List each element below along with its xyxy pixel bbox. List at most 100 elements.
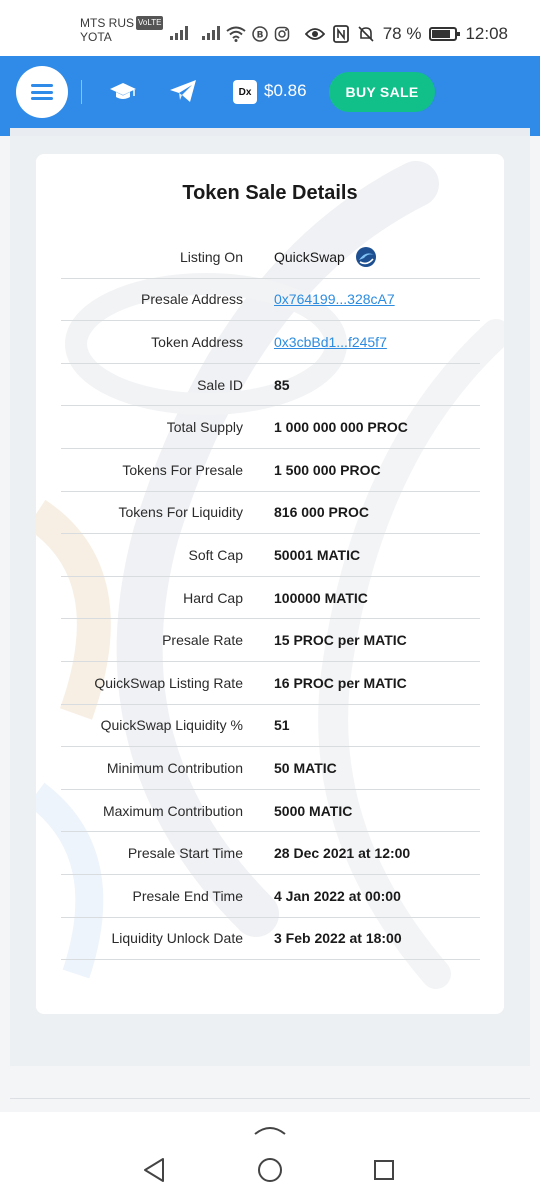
detail-value-text: 50 MATIC	[274, 759, 337, 776]
detail-label: Token Address	[151, 333, 243, 350]
detail-label: Tokens For Liquidity	[118, 504, 243, 521]
detail-value: 15 PROC per MATIC	[274, 632, 407, 648]
detail-row: Maximum Contribution 5000 MATIC	[61, 790, 480, 833]
wifi-icon	[226, 26, 246, 42]
detail-value: 16 PROC per MATIC	[274, 675, 407, 691]
detail-label: Presale End Time	[132, 887, 244, 904]
recent-apps-icon[interactable]	[374, 1160, 394, 1180]
status-right: 78 % 12:08	[304, 22, 508, 46]
detail-row: Minimum Contribution 50 MATIC	[61, 747, 480, 790]
detail-row: Liquidity Unlock Date 3 Feb 2022 at 18:00	[61, 918, 480, 961]
detail-value: 5000 MATIC	[274, 803, 352, 819]
carrier-primary: MTS RUS	[80, 16, 134, 30]
signal-icon-2	[202, 26, 220, 40]
detail-row: Total Supply 1 000 000 000 PROC	[61, 406, 480, 449]
clock: 12:08	[465, 24, 508, 43]
header-divider	[81, 80, 82, 104]
detail-label: Minimum Contribution	[106, 759, 243, 776]
detail-value-text: QuickSwap	[274, 248, 345, 265]
detail-value-text: 28 Dec 2021 at 12:00	[274, 845, 411, 862]
detail-label: Soft Cap	[188, 546, 243, 563]
detail-row: QuickSwap Listing Rate 16 PROC per MATIC	[61, 662, 480, 705]
system-nav-bar	[0, 1112, 540, 1200]
detail-value: 1 000 000 000 PROC	[274, 419, 408, 435]
detail-value: 1 500 000 PROC	[274, 462, 381, 478]
detail-value-text: 4 Jan 2022 at 00:00	[274, 887, 401, 904]
buy-sale-button[interactable]: BUY SALE	[329, 72, 435, 112]
detail-row: Tokens For Liquidity 816 000 PROC	[61, 492, 480, 535]
detail-label: Presale Start Time	[127, 845, 243, 862]
detail-value-text: 50001 MATIC	[274, 546, 361, 563]
detail-label: Presale Address	[141, 291, 243, 308]
detail-value-text: 3 Feb 2022 at 18:00	[274, 930, 402, 947]
status-icons: B	[226, 24, 290, 44]
detail-value-text: 51	[274, 717, 290, 734]
detail-label: Hard Cap	[183, 589, 243, 606]
detail-row: Hard Cap 100000 MATIC	[61, 577, 480, 620]
detail-label: Listing On	[179, 248, 243, 265]
quickswap-logo-icon	[355, 246, 376, 267]
battery-fill	[432, 30, 450, 38]
detail-value-text: 1 000 000 000 PROC	[274, 419, 408, 436]
detail-value-text: 1 500 000 PROC	[274, 461, 381, 478]
detail-value-text[interactable]: 0x764199...328cA7	[274, 291, 395, 307]
detail-label: QuickSwap Listing Rate	[94, 674, 243, 691]
svg-text:B: B	[257, 31, 264, 41]
detail-row: Presale Start Time 28 Dec 2021 at 12:00	[61, 832, 480, 875]
detail-label: Liquidity Unlock Date	[111, 930, 243, 947]
detail-row: QuickSwap Liquidity % 51	[61, 705, 480, 748]
dx-logo-badge: Dx	[233, 80, 257, 104]
detail-value-text: 16 PROC per MATIC	[274, 674, 407, 691]
detail-value: 85	[274, 377, 290, 393]
detail-row: Soft Cap 50001 MATIC	[61, 534, 480, 577]
telegram-icon[interactable]	[168, 78, 198, 104]
battery-icon	[429, 27, 461, 41]
detail-value-text: 100000 MATIC	[274, 589, 368, 606]
carrier-info: MTS RUS VoLTE YOTA	[80, 16, 164, 44]
card-title: Token Sale Details	[182, 182, 358, 204]
details-list: Listing On QuickSwap Presale Address 0x7641…	[61, 236, 480, 961]
home-icon[interactable]	[258, 1158, 282, 1182]
detail-label: Total Supply	[166, 419, 243, 436]
detail-row: Presale End Time 4 Jan 2022 at 00:00	[61, 875, 480, 918]
token-sale-card: Token Sale Details Listing On QuickSwap Pr…	[36, 154, 504, 1014]
detail-row: Token Address 0x3cbBd1...f245f7	[61, 321, 480, 364]
presale-address-link[interactable]: 0x764199...328cA7	[274, 291, 395, 307]
detail-row: Sale ID 85	[61, 364, 480, 407]
app-header: Dx $0.86 BUY SALE	[0, 56, 540, 128]
detail-label: Presale Rate	[162, 632, 243, 649]
detail-value: 816 000 PROC	[274, 504, 369, 520]
token-price: $0.86	[264, 81, 307, 100]
detail-value: 28 Dec 2021 at 12:00	[274, 845, 410, 861]
token-address-link[interactable]: 0x3cbBd1...f245f7	[274, 334, 387, 350]
detail-value-text: 15 PROC per MATIC	[274, 632, 407, 649]
detail-label: Sale ID	[197, 376, 243, 393]
detail-label: Tokens For Presale	[122, 461, 243, 478]
detail-value-text: 816 000 PROC	[274, 504, 369, 521]
detail-value: 51	[274, 717, 290, 733]
detail-row: Presale Address 0x764199...328cA7	[61, 279, 480, 322]
header-strip	[0, 128, 540, 136]
bitcoin-icon: B	[252, 26, 268, 42]
detail-value: 4 Jan 2022 at 00:00	[274, 888, 401, 904]
volte-badge: VoLTE	[136, 16, 164, 30]
instagram-icon	[274, 26, 290, 42]
mute-bell-icon	[358, 26, 374, 42]
back-icon[interactable]	[142, 1157, 166, 1183]
battery-percent: 78 %	[382, 24, 422, 43]
chevron-up-icon[interactable]	[253, 1122, 287, 1136]
graduation-cap-icon[interactable]	[108, 78, 138, 104]
detail-row: Listing On QuickSwap	[61, 236, 480, 279]
detail-value: 3 Feb 2022 at 18:00	[274, 930, 402, 946]
detail-value-text: 5000 MATIC	[274, 802, 353, 819]
detail-value-text: 85	[274, 376, 290, 393]
detail-value-text[interactable]: 0x3cbBd1...f245f7	[274, 334, 387, 350]
menu-button[interactable]	[16, 66, 68, 118]
detail-value: 100000 MATIC	[274, 590, 368, 606]
detail-value: QuickSwap	[274, 246, 377, 268]
detail-value: 50001 MATIC	[274, 547, 360, 563]
signal-icon	[170, 26, 188, 40]
bottom-divider	[10, 1098, 530, 1099]
detail-value: 50 MATIC	[274, 760, 337, 776]
detail-label: Maximum Contribution	[102, 802, 243, 819]
